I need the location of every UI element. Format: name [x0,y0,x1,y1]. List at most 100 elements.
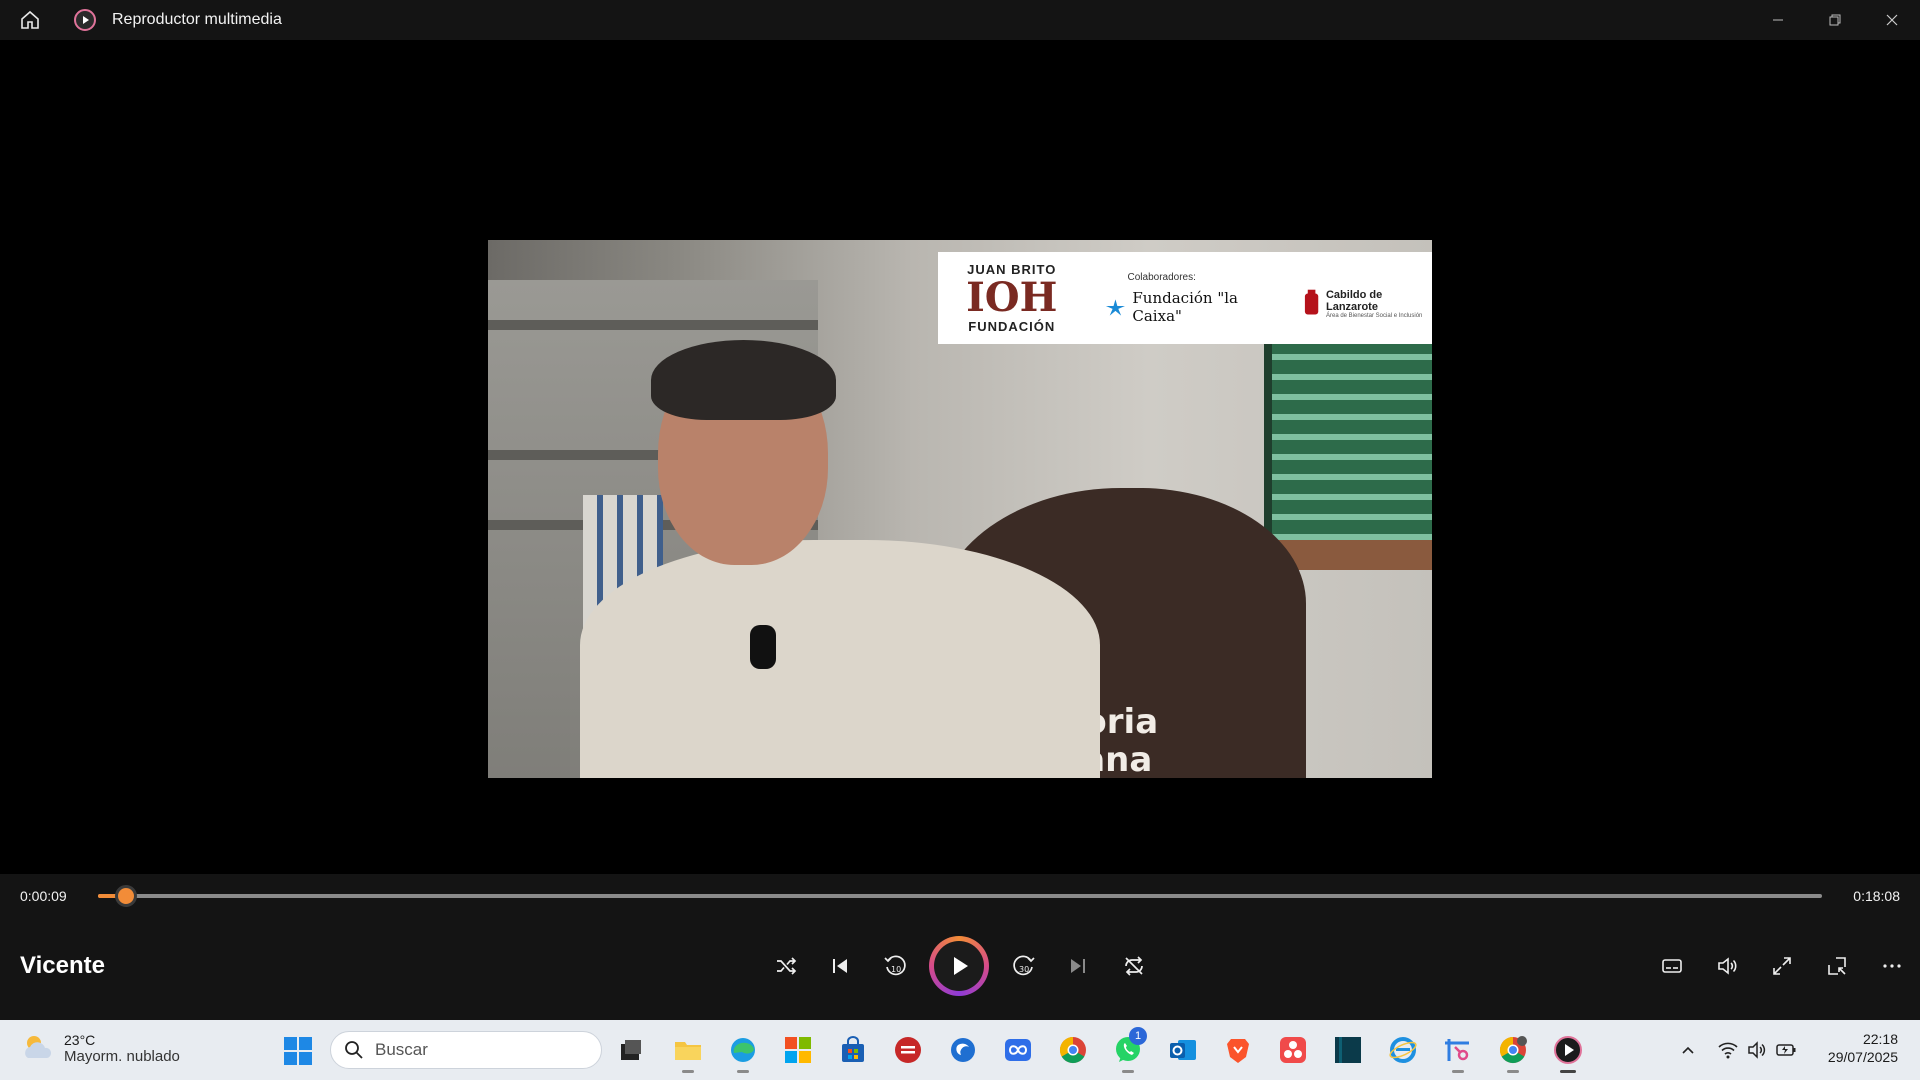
teal-book-icon [1335,1037,1361,1063]
weather-temperature: 23°C [64,1031,96,1048]
cabildo-shield-icon [1304,289,1319,315]
taskbar-search[interactable]: Buscar [330,1031,602,1069]
wifi-button[interactable] [1716,1038,1740,1062]
subtitles-button[interactable] [1652,946,1692,986]
taskbar-snipping-tool[interactable] [1441,1033,1475,1073]
store-bag-icon [842,1036,864,1062]
cabildo-logo: Cabildo de Lanzarote Área de Bienestar S… [1303,289,1432,319]
close-button[interactable] [1863,0,1920,40]
partly-cloudy-icon [25,1036,52,1058]
forward-30-icon: 30 [1013,955,1035,976]
taskbar-infinity-app[interactable] [1001,1033,1035,1067]
volume-tray-button[interactable] [1745,1038,1769,1062]
previous-button[interactable] [820,946,860,986]
brave-lion-icon [1227,1039,1249,1063]
window-controls [1749,0,1920,40]
red-circle-app-icon [895,1037,921,1063]
repeat-button[interactable] [1114,946,1154,986]
taskbar-whatsapp[interactable]: 1 [1111,1027,1147,1073]
picture-in-picture-icon [1828,957,1846,975]
restore-button[interactable] [1806,0,1863,40]
taskbar-microsoft-store-grid[interactable] [781,1033,815,1067]
fullscreen-button[interactable] [1762,946,1802,986]
taskbar-blue-shield-app[interactable] [946,1033,980,1067]
shuffle-button[interactable] [766,946,806,986]
speaker-icon [1748,1041,1766,1059]
task-view-button[interactable] [614,1033,648,1067]
chrome-profile-icon [1499,1036,1527,1064]
taskbar-internet-explorer[interactable] [1386,1033,1420,1067]
microsoft-logo-icon [785,1037,811,1063]
battery-charging-icon [1776,1044,1796,1056]
volume-icon [1718,957,1737,975]
home-icon[interactable] [15,5,45,35]
battery-button[interactable] [1774,1038,1798,1062]
repeat-off-icon [1125,956,1143,976]
taskbar-red-app[interactable] [891,1033,925,1067]
minimize-button[interactable] [1749,0,1806,40]
taskbar-dark-teal-app[interactable] [1331,1033,1365,1067]
media-player-app-icon [72,7,98,33]
skip-forward-30-button[interactable]: 30 [1004,946,1044,986]
taskbar-outlook[interactable] [1166,1033,1200,1067]
task-view-icon [621,1040,641,1060]
show-hidden-icons-button[interactable] [1676,1038,1700,1062]
title-bar: Reproductor multimedia [0,0,1920,40]
rewind-10-icon: 10 [884,955,906,976]
skip-back-10-button[interactable]: 10 [875,946,915,986]
player-controls: 0:00:09 0:18:08 Vicente 10 30 [0,874,1920,1020]
taskbar-chrome[interactable] [1056,1033,1090,1067]
play-button[interactable] [929,936,989,996]
clock-time: 22:18 [1862,1031,1898,1047]
juan-brito-logo: JUAN BRITO IOH FUNDACIÓN [966,262,1058,334]
search-icon [345,1041,363,1059]
sponsor-banner: JUAN BRITO IOH FUNDACIÓN Colaboradores: … [938,252,1432,344]
video-person-hair [651,340,836,420]
taskbar-edge[interactable] [726,1033,760,1073]
track-title: Vicente [20,952,105,979]
svg-text:30: 30 [1019,965,1029,974]
video-microphone [750,625,776,669]
video-person-body [580,540,1100,778]
elapsed-time: 0:00:09 [20,888,67,904]
caixa-star-icon [1105,298,1125,316]
folder-icon [675,1042,701,1060]
volume-button[interactable] [1707,946,1747,986]
outlook-icon [1170,1040,1196,1060]
mini-player-button[interactable] [1817,946,1857,986]
video-area[interactable]: moria ñana JUAN BRITO IOH FUNDACIÓN Cola… [0,40,1920,874]
video-frame[interactable]: moria ñana JUAN BRITO IOH FUNDACIÓN Cola… [488,240,1432,778]
skip-previous-icon [833,959,847,973]
taskbar-brave[interactable] [1221,1033,1255,1067]
edge-icon [731,1038,755,1062]
windows-icon [284,1037,312,1065]
taskbar-microsoft-store[interactable] [836,1033,870,1067]
collaborators-block: Colaboradores: Fundación "la Caixa" [1104,272,1285,325]
taskbar-clock[interactable]: 22:18 29/07/2025 [1828,1031,1898,1065]
caixa-logo: Fundación "la Caixa" [1104,289,1285,325]
weather-widget[interactable]: 23°C Mayorm. nublado [20,1030,180,1066]
fullscreen-icon [1773,957,1791,975]
internet-explorer-icon [1389,1037,1417,1063]
wifi-icon [1718,1042,1738,1059]
taskbar-red-dots-app[interactable] [1276,1033,1310,1067]
whatsapp-notification-badge: 1 [1129,1027,1147,1045]
play-icon [954,957,968,975]
start-button[interactable] [283,1036,313,1066]
taskbar-file-explorer[interactable] [671,1033,705,1073]
shuffle-icon [777,957,797,975]
window-title: Reproductor multimedia [112,11,282,28]
seek-thumb[interactable] [115,885,138,907]
more-options-button[interactable] [1872,946,1912,986]
taskbar-media-player[interactable] [1551,1033,1585,1073]
search-placeholder: Buscar [375,1040,428,1059]
next-button[interactable] [1058,946,1098,986]
taskbar-chrome-profile[interactable] [1496,1033,1530,1073]
seek-bar[interactable] [98,885,1822,907]
infinity-icon [1005,1039,1031,1061]
three-dots-app-icon [1280,1037,1306,1063]
chrome-icon [1059,1036,1086,1064]
media-player-icon [1554,1036,1582,1064]
captions-icon [1662,959,1682,973]
snipping-tool-icon [1445,1039,1469,1061]
